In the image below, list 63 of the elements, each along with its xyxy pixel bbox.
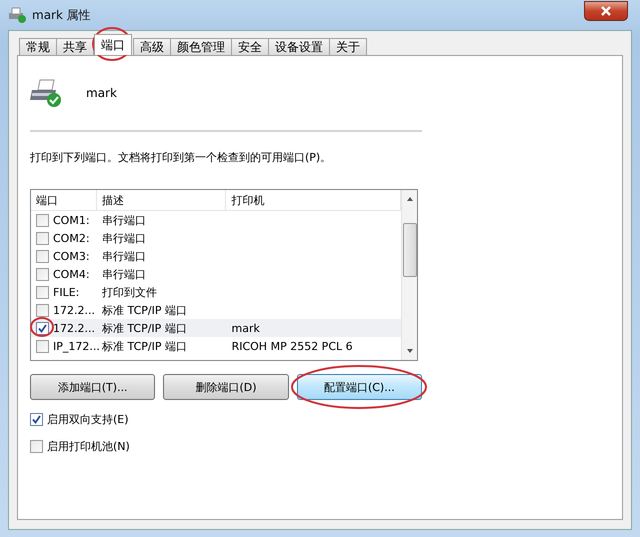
tab[interactable]: 端口 bbox=[94, 34, 132, 55]
tab[interactable]: 高级 bbox=[133, 38, 171, 55]
port-name: COM2: bbox=[53, 232, 90, 244]
close-icon bbox=[600, 6, 612, 16]
tab[interactable]: 颜色管理 bbox=[170, 38, 232, 55]
option-label: 启用打印机池(N) bbox=[47, 439, 130, 454]
port-row[interactable]: COM1: 串行端口 bbox=[31, 211, 401, 229]
port-row[interactable]: IP_172... 标准 TCP/IP 端口 RICOH MP 2552 PCL 6 bbox=[31, 337, 401, 355]
port-row[interactable]: 172.2... 标准 TCP/IP 端口 bbox=[31, 301, 401, 319]
port-description: 串行端口 bbox=[101, 248, 147, 264]
tab[interactable]: 安全 bbox=[231, 38, 269, 55]
checkbox[interactable] bbox=[36, 340, 49, 352]
port-description: 串行端口 bbox=[101, 266, 147, 282]
option-label: 启用双向支持(E) bbox=[47, 412, 129, 427]
port-button[interactable]: 删除端口(D) bbox=[163, 374, 289, 400]
port-name: COM4: bbox=[53, 268, 90, 280]
port-button[interactable]: 添加端口(T)... bbox=[30, 374, 156, 400]
annotation-circle bbox=[30, 317, 54, 337]
tab[interactable]: 常规 bbox=[19, 38, 57, 55]
checkbox[interactable] bbox=[36, 214, 49, 226]
port-description: 串行端口 bbox=[101, 212, 147, 228]
instruction-text: 打印到下列端口。文档将打印到第一个检查到的可用端口(P)。 bbox=[30, 150, 332, 165]
port-name: 172.2... bbox=[53, 304, 95, 316]
port-row[interactable]: FILE: 打印到文件 bbox=[31, 283, 401, 301]
port-description: 打印到文件 bbox=[101, 284, 158, 300]
port-row[interactable]: COM2: 串行端口 bbox=[31, 229, 401, 247]
port-row[interactable]: 172.2... 标准 TCP/IP 端口 mark bbox=[31, 319, 401, 337]
scroll-down-icon[interactable] bbox=[406, 348, 414, 354]
port-name: 172.2... bbox=[53, 322, 95, 334]
port-row[interactable]: COM3: 串行端口 bbox=[31, 247, 401, 265]
column-header[interactable]: 描述 bbox=[96, 190, 226, 210]
checkbox[interactable] bbox=[36, 286, 49, 298]
checkbox[interactable] bbox=[36, 304, 49, 316]
port-name: COM3: bbox=[53, 250, 90, 262]
port-description: 标准 TCP/IP 端口 bbox=[100, 320, 188, 336]
column-header[interactable]: 端口 bbox=[31, 190, 97, 210]
printer-name: mark bbox=[86, 86, 117, 100]
port-description: 串行端口 bbox=[101, 230, 147, 246]
window-title: mark 属性 bbox=[32, 6, 91, 24]
port-button[interactable]: 配置端口(C)... bbox=[296, 374, 422, 400]
tab[interactable]: 共享 bbox=[56, 38, 94, 55]
checkbox[interactable] bbox=[30, 413, 43, 426]
scrollbar-thumb[interactable] bbox=[402, 223, 416, 277]
checkbox[interactable] bbox=[36, 232, 49, 244]
port-row[interactable]: COM4: 串行端口 bbox=[31, 265, 401, 283]
checkbox[interactable] bbox=[36, 268, 49, 280]
port-description: 标准 TCP/IP 端口 bbox=[101, 338, 188, 354]
port-name: IP_172... bbox=[53, 340, 100, 352]
printer-icon bbox=[8, 7, 26, 23]
tab[interactable]: 设备设置 bbox=[268, 38, 330, 55]
port-name: FILE: bbox=[53, 286, 80, 298]
close-button[interactable] bbox=[584, 1, 628, 21]
scroll-up-icon[interactable] bbox=[406, 196, 414, 202]
tab[interactable]: 关于 bbox=[329, 38, 367, 55]
port-description: 标准 TCP/IP 端口 bbox=[101, 302, 188, 318]
printer-cell-text: mark bbox=[230, 322, 261, 334]
checkbox[interactable] bbox=[36, 322, 49, 334]
port-name: COM1: bbox=[53, 214, 90, 226]
checkbox[interactable] bbox=[36, 250, 49, 262]
scrollbar[interactable] bbox=[401, 190, 417, 360]
printer-cell-text: RICOH MP 2552 PCL 6 bbox=[230, 340, 354, 352]
printer-icon bbox=[30, 78, 62, 108]
checkbox[interactable] bbox=[30, 440, 43, 453]
